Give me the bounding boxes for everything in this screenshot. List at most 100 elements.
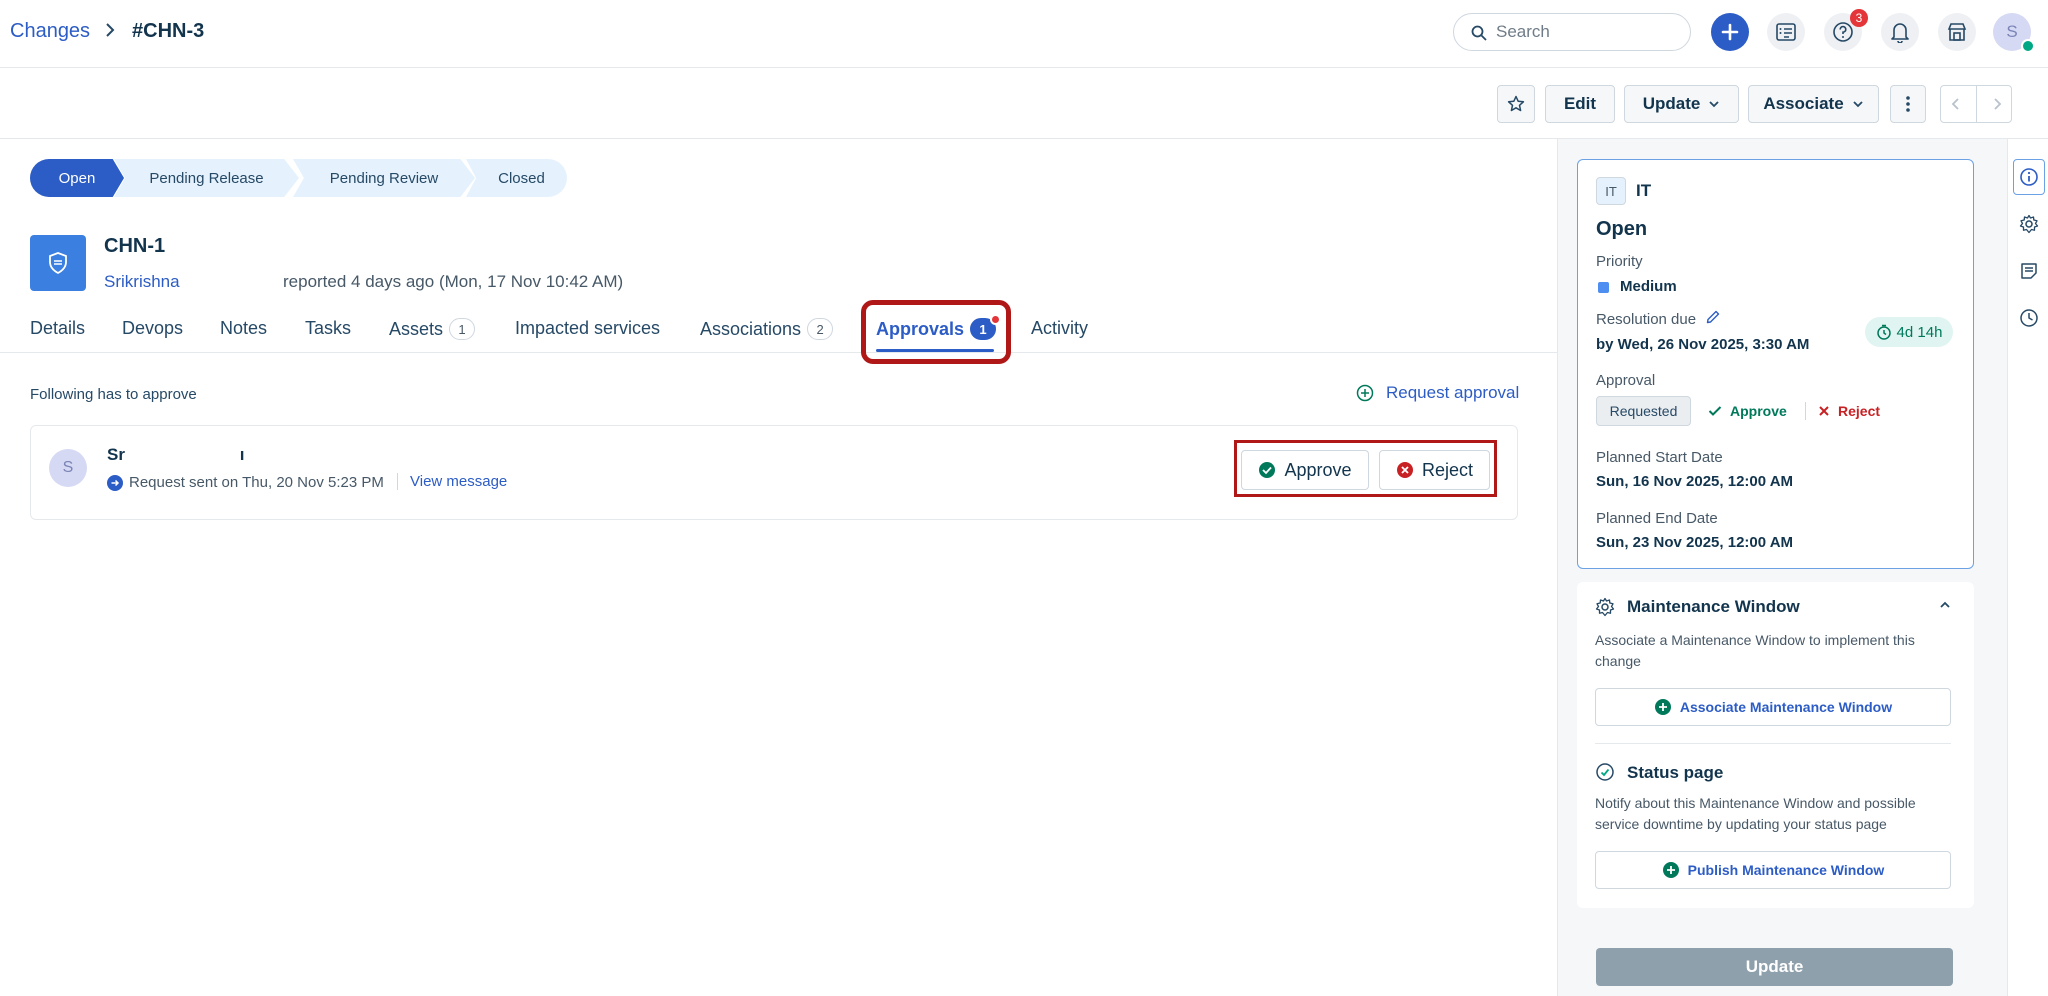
bell-icon bbox=[1890, 21, 1910, 43]
associate-dropdown-button[interactable]: Associate bbox=[1748, 85, 1879, 123]
request-approval-label: Request approval bbox=[1386, 383, 1520, 402]
approval-label: Approval bbox=[1596, 372, 1656, 389]
chevron-up-icon[interactable] bbox=[1939, 600, 1951, 610]
store-icon bbox=[1946, 21, 1968, 43]
help-icon bbox=[1832, 21, 1854, 43]
approver-avatar: S bbox=[49, 449, 87, 487]
maintenance-window-title: Maintenance Window bbox=[1627, 597, 1800, 616]
rail-settings-button[interactable] bbox=[2013, 206, 2045, 242]
marketplace-button[interactable] bbox=[1938, 13, 1976, 51]
rail-history-button[interactable] bbox=[2013, 300, 2045, 336]
workflow-step-closed[interactable]: Closed bbox=[466, 159, 567, 197]
associate-maintenance-window-button[interactable]: Associate Maintenance Window bbox=[1595, 688, 1951, 726]
breadcrumb-current: #CHN-3 bbox=[132, 20, 205, 42]
approve-reject-divider bbox=[1805, 402, 1806, 420]
chevron-left-icon[interactable] bbox=[1950, 97, 1962, 111]
tab-notes[interactable]: Notes bbox=[220, 318, 267, 339]
planned-end-value: Sun, 23 Nov 2025, 12:00 AM bbox=[1596, 534, 1794, 551]
tab-tasks[interactable]: Tasks bbox=[305, 318, 351, 339]
priority-color-indicator bbox=[1598, 282, 1609, 293]
tab-label: Assets bbox=[389, 318, 444, 339]
shield-icon bbox=[47, 251, 69, 275]
update-dropdown-button[interactable]: Update bbox=[1624, 85, 1739, 123]
help-badge: 3 bbox=[1850, 9, 1868, 27]
reporter-link[interactable]: Srikrishna bbox=[104, 272, 180, 292]
publish-maintenance-window-label: Publish Maintenance Window bbox=[1687, 862, 1885, 878]
workflow-step-pending-review[interactable]: Pending Review bbox=[293, 159, 475, 197]
plus-circle-icon bbox=[1356, 384, 1374, 402]
close-icon bbox=[1818, 405, 1830, 417]
nav-divider bbox=[1975, 86, 1977, 122]
chevron-right-icon[interactable] bbox=[1991, 97, 2003, 111]
approver-name: Sr ı bbox=[107, 445, 244, 465]
more-options-button[interactable] bbox=[1890, 85, 1926, 123]
tab-assets[interactable]: Assets 1 bbox=[389, 318, 476, 340]
maintenance-window-description: Associate a Maintenance Window to implem… bbox=[1595, 632, 1915, 669]
help-button[interactable]: 3 bbox=[1824, 9, 1868, 51]
favorite-button[interactable] bbox=[1497, 85, 1535, 123]
inline-approve-link[interactable]: Approve bbox=[1708, 403, 1787, 419]
workflow-step-pending-release[interactable]: Pending Release bbox=[114, 159, 299, 197]
notifications-button[interactable] bbox=[1881, 13, 1919, 51]
tab-devops[interactable]: Devops bbox=[122, 318, 183, 339]
inline-reject-link[interactable]: Reject bbox=[1818, 403, 1880, 419]
approval-status-badge: Requested bbox=[1596, 396, 1691, 426]
tab-label: Impacted services bbox=[515, 318, 661, 338]
reported-time: reported 4 days ago (Mon, 17 Nov 10:42 A… bbox=[283, 272, 624, 291]
tab-activity[interactable]: Activity bbox=[1031, 318, 1088, 339]
new-item-button[interactable] bbox=[1711, 13, 1749, 51]
associate-label: Associate bbox=[1763, 94, 1844, 113]
status-page-icon bbox=[1595, 762, 1615, 782]
online-status-dot bbox=[2021, 39, 2035, 53]
search-box[interactable] bbox=[1453, 13, 1691, 51]
publish-maintenance-window-button[interactable]: Publish Maintenance Window bbox=[1595, 851, 1951, 889]
approvals-tab-highlight bbox=[861, 300, 1011, 364]
tab-associations[interactable]: Associations 2 bbox=[700, 318, 834, 340]
approve-reject-highlight bbox=[1234, 440, 1497, 497]
clock-icon bbox=[2019, 308, 2039, 328]
tab-label: Tasks bbox=[305, 318, 352, 338]
tab-label: Notes bbox=[220, 318, 268, 338]
rail-notes-button[interactable] bbox=[2013, 253, 2045, 289]
search-input[interactable] bbox=[1496, 22, 1676, 42]
ticket-status: Open bbox=[1596, 218, 1648, 240]
chevron-down-icon bbox=[1852, 100, 1864, 108]
approvals-heading: Following has to approve bbox=[30, 386, 197, 403]
breadcrumb-changes-link[interactable]: Changes bbox=[10, 20, 90, 43]
tab-label: Details bbox=[30, 318, 86, 338]
request-sent-text: Request sent on Thu, 20 Nov 5:23 PM bbox=[129, 474, 384, 491]
planned-start-value: Sun, 16 Nov 2025, 12:00 AM bbox=[1596, 473, 1794, 490]
side-rail bbox=[2007, 139, 2048, 996]
plus-icon bbox=[1720, 22, 1740, 42]
ticket-list-icon bbox=[1775, 22, 1797, 42]
associate-maintenance-window-label: Associate Maintenance Window bbox=[1679, 699, 1893, 715]
more-icon bbox=[1906, 95, 1910, 113]
rail-info-button[interactable] bbox=[2013, 159, 2045, 195]
workflow-step-open[interactable]: Open bbox=[30, 159, 124, 197]
gear-icon bbox=[2019, 214, 2039, 234]
change-type-badge bbox=[30, 235, 86, 291]
record-navigation bbox=[1940, 85, 2012, 123]
inline-reject-label: Reject bbox=[1838, 403, 1881, 419]
ticket-list-button[interactable] bbox=[1767, 13, 1805, 51]
planned-start-label: Planned Start Date bbox=[1596, 449, 1723, 466]
request-approval-link[interactable]: Request approval bbox=[1356, 383, 1519, 403]
tab-count-badge: 1 bbox=[449, 318, 476, 340]
notes-icon bbox=[2019, 261, 2039, 281]
check-icon bbox=[1708, 405, 1722, 417]
tab-impacted-services[interactable]: Impacted services bbox=[515, 318, 660, 339]
update-label: Update bbox=[1642, 94, 1701, 113]
priority-value: Medium bbox=[1620, 278, 1677, 295]
view-message-link[interactable]: View message bbox=[397, 473, 507, 490]
tab-details[interactable]: Details bbox=[30, 318, 85, 339]
ticket-summary-card: IT IT Open Priority Medium Resolution du… bbox=[1577, 159, 1974, 569]
request-sent-info: Request sent on Thu, 20 Nov 5:23 PM bbox=[107, 474, 384, 491]
info-icon bbox=[2019, 167, 2039, 187]
resolution-due-value: by Wed, 26 Nov 2025, 3:30 AM bbox=[1596, 336, 1810, 353]
edit-button[interactable]: Edit bbox=[1545, 85, 1615, 123]
resolution-due-label: Resolution due bbox=[1596, 311, 1697, 328]
group-tag: IT bbox=[1596, 177, 1626, 205]
pencil-icon[interactable] bbox=[1705, 309, 1721, 325]
update-submit-button[interactable]: Update bbox=[1596, 948, 1953, 986]
inline-approve-label: Approve bbox=[1730, 403, 1787, 419]
